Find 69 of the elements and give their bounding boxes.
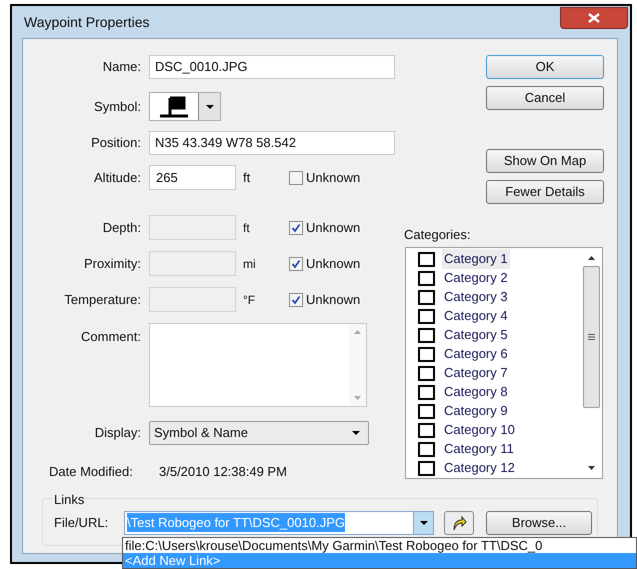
caret-icon — [352, 431, 360, 435]
dialog-button[interactable]: Fewer Details — [486, 180, 604, 204]
category-item[interactable]: Category 7 — [442, 363, 510, 383]
category-checkbox[interactable] — [418, 366, 435, 380]
category-item[interactable]: Category 9 — [442, 401, 510, 421]
date-value: 3/5/2010 12:38:49 PM — [159, 463, 287, 481]
comment-field[interactable] — [149, 323, 367, 407]
category-item[interactable]: Category 6 — [442, 344, 510, 364]
field-label: Display: — [94, 424, 142, 442]
close-icon — [588, 13, 600, 23]
field-label: Name: — [102, 58, 142, 76]
field-label: Categories: — [403, 226, 472, 244]
scroll-down-icon[interactable] — [588, 466, 594, 470]
category-checkbox[interactable] — [418, 346, 435, 362]
category-checkbox[interactable] — [418, 404, 435, 418]
category-item[interactable]: Category 3 — [442, 287, 510, 307]
field-label: Altitude: — [93, 168, 142, 187]
category-item[interactable]: Category 4 — [442, 306, 510, 326]
category-item[interactable]: Category 5 — [442, 325, 510, 345]
field-label: Proximity: — [82, 254, 142, 273]
unit-label: ft — [243, 220, 251, 236]
text-field[interactable]: DSC_0010.JPG — [149, 55, 395, 79]
category-item[interactable]: Category 2 — [442, 268, 510, 288]
field-label: Symbol: — [93, 98, 142, 116]
unit-label: mi — [243, 256, 257, 272]
unknown-checkbox[interactable]: Unknown — [289, 168, 360, 188]
close-button[interactable] — [560, 7, 628, 29]
category-item[interactable]: Category 10 — [442, 420, 517, 440]
dialog-button[interactable]: OK — [486, 55, 604, 79]
category-item[interactable]: Category 12 — [442, 458, 517, 478]
checkmark-icon — [291, 258, 301, 268]
checkmark-icon — [291, 294, 301, 304]
field-label: Comment: — [80, 328, 142, 346]
category-checkbox[interactable] — [418, 384, 435, 400]
window-title: Waypoint Properties — [24, 12, 150, 32]
category-checkbox[interactable] — [418, 290, 435, 304]
category-checkbox[interactable] — [418, 422, 435, 438]
browse-button[interactable]: Browse... — [486, 510, 592, 534]
unit-label: ft — [243, 168, 252, 187]
dialog-button[interactable]: Show On Map — [486, 149, 604, 173]
category-item[interactable]: Category 8 — [442, 382, 510, 402]
category-item[interactable]: Category 1 — [442, 249, 510, 269]
category-checkbox[interactable] — [418, 252, 435, 266]
checkmark-icon — [291, 222, 301, 232]
flag-icon — [158, 96, 190, 118]
display-dropdown[interactable]: Symbol & Name — [149, 421, 369, 445]
curved-arrow-icon — [451, 514, 467, 530]
field-label: Depth: — [102, 218, 142, 237]
category-checkbox[interactable] — [418, 328, 435, 342]
field-label: File/URL: — [54, 514, 110, 532]
symbol-picker[interactable] — [149, 92, 221, 121]
category-checkbox[interactable] — [418, 442, 435, 456]
category-item[interactable]: Category 11 — [442, 439, 516, 459]
category-checkbox[interactable] — [418, 308, 435, 324]
field-label: Position: — [90, 134, 142, 152]
scroll-thumb[interactable] — [582, 266, 600, 408]
field-label: Temperature: — [63, 290, 142, 309]
dialog-button[interactable]: Cancel — [486, 86, 604, 110]
category-checkbox[interactable] — [418, 460, 435, 476]
caret-icon — [198, 93, 220, 120]
unit-label: °F — [243, 292, 256, 308]
go-button[interactable] — [444, 510, 474, 534]
caret-icon — [413, 512, 433, 534]
number-field[interactable]: 265 — [149, 165, 236, 190]
category-checkbox[interactable] — [418, 270, 435, 286]
text-field[interactable]: N35 43.349 W78 58.542 — [149, 131, 395, 155]
field-label: Date Modified: — [49, 463, 134, 481]
scroll-up-icon[interactable] — [588, 256, 594, 260]
grip-icon — [588, 334, 594, 340]
